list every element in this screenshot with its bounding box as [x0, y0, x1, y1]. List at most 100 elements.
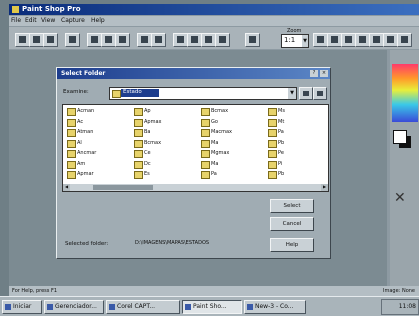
- eraser-button[interactable]: [187, 33, 202, 47]
- camera-button[interactable]: [215, 33, 230, 47]
- paste-button[interactable]: [115, 33, 130, 47]
- cancel-button[interactable]: Cancel: [270, 217, 314, 231]
- print-icon: [69, 36, 76, 43]
- save-button[interactable]: [43, 33, 58, 47]
- magic-wand-icon: [249, 36, 256, 43]
- folder-icon: [134, 160, 143, 169]
- zoom-tool-button[interactable]: [313, 33, 328, 47]
- foreground-color-swatch[interactable]: [393, 130, 407, 144]
- status-bar: For Help, press F1 Image: None: [9, 286, 419, 296]
- dialog-title-bar[interactable]: Select Folder ? ×: [57, 68, 330, 79]
- print-button[interactable]: [65, 33, 80, 47]
- taskbar-item-label: Corel CAPT...: [117, 303, 156, 310]
- folder-name: Es: [144, 171, 150, 177]
- folder-name: Ma: [211, 139, 219, 146]
- dropper-tool-button[interactable]: [355, 33, 370, 47]
- status-image-info: Image: None: [383, 288, 415, 294]
- folder-icon: [268, 171, 277, 179]
- select-folder-dialog: Select Folder ? × Examine: Estado ▼ Acma…: [56, 67, 331, 259]
- close-icon[interactable]: ×: [320, 70, 328, 77]
- zoom-select[interactable]: 1:1 ▼: [281, 34, 309, 48]
- selection-icon: [331, 36, 338, 43]
- folder-name: Pb: [278, 171, 285, 177]
- app-title: Paint Shop Pro: [22, 5, 81, 13]
- brush-icon: [387, 36, 394, 43]
- menu-capture[interactable]: Capture: [61, 17, 85, 24]
- up-folder-button[interactable]: [299, 87, 313, 100]
- folder-icon: [201, 118, 210, 127]
- taskbar-item-corel[interactable]: Corel CAPT...: [106, 300, 180, 314]
- folder-name: Apmar: [77, 171, 94, 177]
- folder-icon: [201, 129, 210, 137]
- folder-name: Ce: [144, 150, 151, 156]
- airbrush-tool-button[interactable]: [397, 33, 412, 47]
- magic-wand-button[interactable]: [245, 33, 260, 47]
- horizontal-scrollbar[interactable]: ◀ ▶: [63, 184, 328, 191]
- save-icon: [47, 36, 54, 43]
- pencil-icon: [373, 36, 380, 43]
- folder-name: Pi: [278, 160, 283, 167]
- menu-help[interactable]: Help: [91, 17, 105, 24]
- chevron-down-icon: ▼: [302, 35, 308, 47]
- folder-icon: [201, 139, 210, 148]
- open-button[interactable]: [29, 33, 44, 47]
- select-button[interactable]: Select: [270, 199, 314, 213]
- help-button[interactable]: Help: [270, 238, 314, 252]
- brush-tool-button[interactable]: [383, 33, 398, 47]
- close-icon[interactable]: ✕: [394, 190, 406, 206]
- folder-name: Al: [77, 139, 82, 146]
- menu-file[interactable]: File: [11, 17, 21, 24]
- undo-button[interactable]: [137, 33, 152, 47]
- corel-icon: [109, 304, 115, 310]
- lasso-icon: [345, 36, 352, 43]
- folder-icon: [201, 150, 210, 158]
- zoom-value: 1:1: [284, 36, 296, 44]
- examine-dropdown[interactable]: Estado ▼: [109, 87, 297, 100]
- copy-button[interactable]: [101, 33, 116, 47]
- folder-name: Dc: [144, 160, 151, 167]
- up-folder-icon: [303, 91, 309, 96]
- folder-list[interactable]: Acman Ac Atman Al Ancmar Am Apmar Ap Apmax Ba Bcma…: [62, 104, 329, 192]
- folder-icon: [67, 160, 76, 169]
- scrollbar-thumb[interactable]: [93, 185, 153, 190]
- redo-icon: [155, 36, 162, 43]
- selection-tool-button[interactable]: [327, 33, 342, 47]
- folder-icon: [134, 118, 143, 127]
- taskbar-item-explorer[interactable]: Gerenciador...: [44, 300, 104, 314]
- folder-icon: [67, 171, 76, 179]
- help-icon[interactable]: ?: [310, 70, 318, 77]
- taskbar-item-document[interactable]: New-3 - Co...: [244, 300, 306, 314]
- lasso-tool-button[interactable]: [341, 33, 356, 47]
- scroll-right-icon[interactable]: ▶: [321, 184, 328, 191]
- cut-button[interactable]: [87, 33, 102, 47]
- zoom-icon: [317, 36, 324, 43]
- camera-icon: [219, 36, 226, 43]
- folder-icon: [268, 118, 277, 127]
- app-title-bar[interactable]: Paint Shop Pro: [9, 4, 419, 15]
- color-spectrum[interactable]: [392, 64, 418, 122]
- chevron-down-icon[interactable]: ▼: [288, 88, 296, 99]
- new-file-button[interactable]: [15, 33, 30, 47]
- menu-view[interactable]: View: [41, 17, 55, 24]
- scroll-left-icon[interactable]: ◀: [63, 184, 70, 191]
- folder-icon: [134, 108, 143, 116]
- clock: 11:08: [398, 303, 416, 310]
- taskbar-item-paint-shop[interactable]: Paint Sho...: [182, 300, 242, 314]
- pencil-tool-button[interactable]: [369, 33, 384, 47]
- folder-name: Am: [77, 160, 86, 167]
- paint-brush-button[interactable]: [173, 33, 188, 47]
- folder-icon: [268, 129, 277, 137]
- menu-edit[interactable]: Edit: [25, 17, 37, 24]
- folder-name: Mt: [278, 118, 285, 125]
- taskbar-item-label: Paint Sho...: [193, 303, 227, 310]
- eraser-icon: [191, 36, 198, 43]
- fill-button[interactable]: [201, 33, 216, 47]
- folder-name: Ms: [278, 108, 285, 114]
- folder-icon: [268, 160, 277, 169]
- new-folder-button[interactable]: [313, 87, 327, 100]
- redo-button[interactable]: [151, 33, 166, 47]
- folder-icon: [67, 118, 76, 127]
- examine-value: Estado: [121, 89, 159, 97]
- start-button[interactable]: Iniciar: [2, 300, 42, 314]
- folder-name: Apmax: [144, 118, 162, 125]
